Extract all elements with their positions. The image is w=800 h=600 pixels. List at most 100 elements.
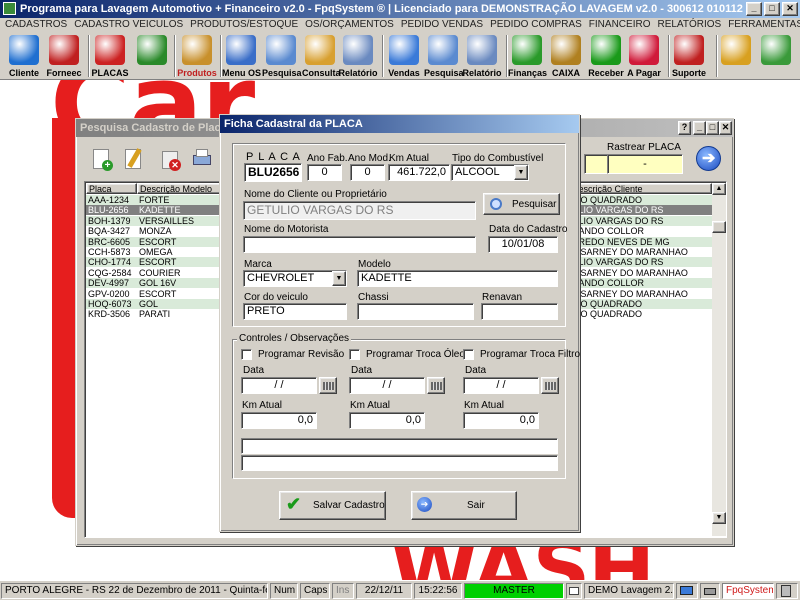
chevron-down-icon[interactable]: ▼ xyxy=(332,271,346,286)
delete-record-icon[interactable]: ✕ xyxy=(160,149,184,173)
obs-line-2[interactable] xyxy=(241,455,558,471)
calendar-button-0[interactable] xyxy=(319,377,337,394)
track-placa-input[interactable]: - xyxy=(607,154,683,174)
toolbar-button-pesquisa-6[interactable]: Pesquisa xyxy=(262,32,302,79)
ano-mod-field[interactable]: 0 xyxy=(350,164,385,181)
toolbar-button-relat-rio-8[interactable]: Relatório xyxy=(338,32,378,79)
checkbox-programar-0[interactable] xyxy=(241,349,252,360)
toolbar-button-placas-2[interactable]: PLACAS xyxy=(90,32,130,79)
sair-button[interactable]: ➔ Sair xyxy=(411,491,517,520)
database-icon xyxy=(569,587,579,595)
km-atual-field[interactable]: 461.722,0 xyxy=(388,164,450,181)
search-minimize-button[interactable]: _ xyxy=(693,121,706,135)
track-go-arrow-icon[interactable]: ➔ xyxy=(696,146,721,171)
support-icon xyxy=(674,35,704,65)
col-header-placa[interactable]: Placa xyxy=(86,183,137,194)
toolbar-button-consulta-7[interactable]: Consulta xyxy=(302,32,341,79)
checkbox-programar-2[interactable] xyxy=(463,349,474,360)
toolbar-button-cliente-0[interactable]: Cliente xyxy=(4,32,44,79)
cell-placa: GPV-0200 xyxy=(88,288,130,299)
cor-field[interactable]: PRETO xyxy=(243,303,347,320)
toolbar-button-forneec-1[interactable]: Forneec xyxy=(44,32,84,79)
cell-cliente: ULIO VARGAS DO RS xyxy=(572,257,664,268)
toolbar-button-a-pagar-15[interactable]: A Pagar xyxy=(626,32,662,79)
menu-financeiro[interactable]: FINANCEIRO xyxy=(584,19,653,30)
calendar-button-2[interactable] xyxy=(541,377,559,394)
search-close-button[interactable]: ✕ xyxy=(719,121,732,135)
data-label-0: Data xyxy=(243,365,265,376)
chevron-down-icon[interactable]: ▼ xyxy=(514,165,528,180)
cell-cliente: ULIO VARGAS DO RS xyxy=(572,215,664,226)
toolbar-button-suporte-16[interactable]: Suporte xyxy=(670,32,708,79)
help-button[interactable]: ? xyxy=(678,121,691,135)
cell-placa: BRC-6605 xyxy=(88,236,131,247)
data-field-1[interactable]: / / xyxy=(349,377,425,394)
marca-select[interactable]: CHEVROLET ▼ xyxy=(243,270,347,287)
motorista-field[interactable] xyxy=(243,236,476,253)
cliente-field[interactable]: GETULIO VARGAS DO RS xyxy=(243,201,476,220)
combustivel-select[interactable]: ALCOOL ▼ xyxy=(451,164,529,181)
salvar-button[interactable]: ✔ Salvar Cadastro xyxy=(279,491,386,520)
search-maximize-button[interactable]: □ xyxy=(706,121,719,135)
data-cadastro-field[interactable]: 10/01/08 xyxy=(488,236,558,253)
scroll-up-button[interactable]: ▲ xyxy=(712,183,726,195)
toolbar-button-relat-rio-11[interactable]: Relatório xyxy=(462,32,502,79)
modelo-field[interactable]: KADETTE xyxy=(357,270,558,287)
minimize-button[interactable]: _ xyxy=(746,2,762,16)
obs-line-1[interactable] xyxy=(241,438,558,454)
status-bar: PORTO ALEGRE - RS 22 de Dezembro de 2011… xyxy=(0,580,800,600)
toolbar-button-finan-as-12[interactable]: Finanças xyxy=(508,32,548,79)
data-field-0[interactable]: / / xyxy=(241,377,317,394)
status-monitor xyxy=(676,583,698,599)
status-db-icon xyxy=(566,583,582,599)
km-field-1[interactable]: 0,0 xyxy=(349,412,425,429)
renavan-label: Renavan xyxy=(482,292,523,303)
renavan-field[interactable] xyxy=(481,303,558,320)
toolbar-label: Consulta xyxy=(302,68,341,78)
cell-cliente: VIO QUADRADO xyxy=(572,299,643,309)
km-field-2[interactable]: 0,0 xyxy=(463,412,539,429)
toolbar-button-caixa-13[interactable]: CAIXA xyxy=(548,32,584,79)
toolbar-button-receber-14[interactable]: Receber xyxy=(588,32,624,79)
close-button[interactable]: ✕ xyxy=(782,2,798,16)
toolbar-button-vendas-9[interactable]: Vendas xyxy=(386,32,422,79)
toolbar-button-exit-18[interactable] xyxy=(758,32,794,79)
toolbar-button-produtos-4[interactable]: Produtos xyxy=(176,32,218,79)
menu-pedido-compras[interactable]: PEDIDO COMPRAS xyxy=(485,19,584,30)
dollar-green-icon xyxy=(591,35,621,65)
checkbox-programar-1[interactable] xyxy=(349,349,360,360)
menu-os-or-amentos[interactable]: OS/ORÇAMENTOS xyxy=(300,19,396,30)
menu-produtos-estoque[interactable]: PRODUTOS/ESTOQUE xyxy=(185,19,300,30)
scroll-down-button[interactable]: ▼ xyxy=(712,512,726,524)
ano-fab-field[interactable]: 0 xyxy=(307,164,342,181)
menu-cadastro-veiculos[interactable]: CADASTRO VEICULOS xyxy=(69,19,185,30)
calendar-button-1[interactable] xyxy=(427,377,445,394)
menu-cadastros[interactable]: CADASTROS xyxy=(0,19,69,30)
toolbar-button-coin-17[interactable] xyxy=(718,32,754,79)
chassi-field[interactable] xyxy=(357,303,474,320)
placa-field[interactable]: BLU2656 xyxy=(244,163,302,182)
grid-scrollbar[interactable]: ▲ ▼ xyxy=(712,183,726,536)
modelo-label: Modelo xyxy=(358,259,391,270)
toolbar-button-menu-os-5[interactable]: Menu OS xyxy=(222,32,261,79)
toolbar-button-clock-3[interactable] xyxy=(132,32,172,79)
data-field-2[interactable]: / / xyxy=(463,377,539,394)
scroll-thumb[interactable] xyxy=(712,221,726,233)
pesquisar-button[interactable]: Pesquisar xyxy=(483,193,560,215)
print-icon[interactable] xyxy=(190,147,214,171)
new-record-icon[interactable]: + xyxy=(90,147,114,171)
col-header-cliente[interactable]: Descrição Cliente xyxy=(569,183,712,194)
toolbar-label: CAIXA xyxy=(551,68,580,78)
menu-ferramentas[interactable]: FERRAMENTAS xyxy=(723,19,800,30)
cell-modelo: ESCORT xyxy=(139,288,177,299)
status-user: MASTER xyxy=(464,583,564,599)
cell-modelo: OMEGA xyxy=(139,247,173,257)
edit-record-icon[interactable] xyxy=(122,147,146,171)
status-location: PORTO ALEGRE - RS 22 de Dezembro de 2011… xyxy=(1,583,268,599)
toolbar-button-pesquisa-10[interactable]: Pesquisa xyxy=(424,32,464,79)
menu-pedido-vendas[interactable]: PEDIDO VENDAS xyxy=(396,19,485,30)
maximize-button[interactable]: □ xyxy=(764,2,780,16)
km-field-0[interactable]: 0,0 xyxy=(241,412,317,429)
toolbar-label: Finanças xyxy=(508,68,548,78)
menu-relat-rios[interactable]: RELATÓRIOS xyxy=(652,19,723,30)
